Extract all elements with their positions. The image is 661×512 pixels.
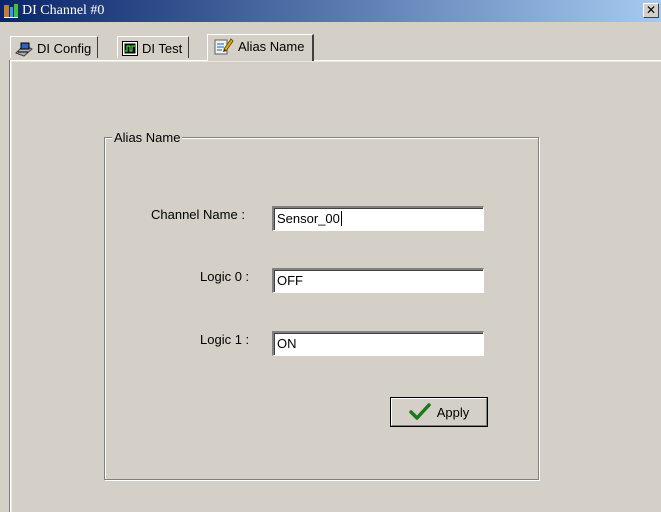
test-icon — [122, 41, 138, 56]
tab-alias-name[interactable]: Alias Name — [207, 34, 315, 61]
close-button[interactable]: ✕ — [643, 3, 659, 18]
tab-di-test[interactable]: DI Test — [117, 36, 190, 58]
tab-di-config[interactable]: DI Config — [10, 36, 99, 58]
tab-strip: DI Config DI Test Alias Name — [0, 22, 661, 62]
panel-inner — [11, 61, 661, 512]
tab-label: DI Config — [37, 41, 92, 56]
close-icon: ✕ — [645, 3, 657, 17]
window-title: DI Channel #0 — [22, 3, 105, 18]
panel-left-edge — [0, 60, 10, 512]
edit-icon — [214, 38, 234, 55]
tab-label: DI Test — [142, 41, 183, 56]
title-bar: DI Channel #0 ✕ — [0, 0, 661, 22]
config-icon — [15, 42, 33, 57]
app-icon — [4, 4, 18, 18]
tab-panel — [10, 60, 661, 512]
tab-label: Alias Name — [238, 38, 305, 54]
